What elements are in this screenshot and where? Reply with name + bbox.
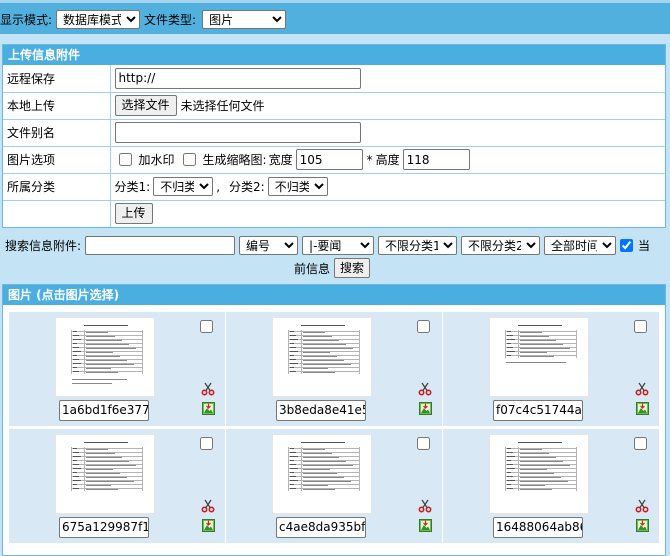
search-label: 搜索信息附件: [5, 239, 82, 253]
thumbnail-label: 生成缩略图: [202, 153, 267, 167]
times-sign: * [366, 152, 373, 167]
image-tile[interactable]: f07c4c51744a7f [443, 312, 659, 426]
image-filename[interactable]: c4ae8da935bf8 [276, 517, 366, 538]
search-row-wrap: 前信息 搜索 [294, 258, 371, 278]
upload-panel: 上传信息附件 远程保存 本地上传 选择文件 未选择任何文件 文件别名 图片选项 [2, 44, 666, 228]
image-tile[interactable]: c4ae8da935bf8 [226, 429, 442, 543]
document-thumbnail[interactable] [489, 434, 589, 514]
document-thumbnail[interactable] [55, 434, 155, 514]
insert-image-icon[interactable] [202, 519, 215, 532]
current-info-label-part1: 当 [638, 239, 651, 253]
document-thumbnail[interactable] [272, 434, 372, 514]
search-category2-select[interactable]: 不限分类2 [461, 236, 541, 255]
file-alias-input[interactable] [114, 122, 361, 143]
search-input[interactable] [85, 236, 236, 255]
image-filename[interactable]: 1a6bd1f6e3776 [59, 400, 149, 421]
document-thumbnail[interactable] [272, 317, 372, 397]
search-bar: 搜索信息附件: 编号 |-要闻 不限分类1 不限分类2 全部时间 当 前信息 搜… [0, 234, 670, 280]
upload-form-table: 远程保存 本地上传 选择文件 未选择任何文件 文件别名 图片选项 [3, 65, 665, 227]
image-select-checkbox[interactable] [200, 320, 213, 333]
category-label: 所属分类 [3, 173, 111, 201]
file-type-select[interactable]: 图片 [202, 10, 287, 29]
time-range-select[interactable]: 全部时间 [544, 236, 617, 255]
local-upload-label: 本地上传 [3, 92, 111, 120]
height-input[interactable] [402, 149, 470, 170]
scissors-icon[interactable] [418, 382, 432, 396]
category2-select[interactable]: 不归类 [267, 177, 328, 196]
category-row: 所属分类 分类1: 不归类 , 分类2: 不归类 [3, 173, 665, 201]
local-upload-row: 本地上传 选择文件 未选择任何文件 [3, 92, 665, 120]
file-alias-row: 文件别名 [3, 119, 665, 147]
top-border-line [0, 0, 670, 3]
search-field-select[interactable]: 编号 [239, 236, 299, 255]
no-file-text: 未选择任何文件 [180, 99, 265, 113]
upload-button-row: 上传 [3, 200, 665, 227]
choose-file-button[interactable]: 选择文件 [114, 95, 177, 116]
category1-select[interactable]: 不归类 [153, 177, 214, 196]
image-options-row: 图片选项 加水印 生成缩略图: 宽度 * 高度 [3, 146, 665, 174]
search-button[interactable]: 搜索 [334, 258, 371, 278]
image-filename[interactable]: 16488064ab867 [493, 517, 583, 538]
insert-image-icon[interactable] [419, 402, 432, 415]
category2-label: 分类2: [229, 180, 265, 194]
image-filename[interactable]: 3b8eda8e41e5a [276, 400, 366, 421]
upload-panel-title: 上传信息附件 [3, 45, 665, 65]
insert-image-icon[interactable] [202, 402, 215, 415]
news-category-select[interactable]: |-要闻 [302, 236, 375, 255]
display-mode-row: 显示模式: 数据库模式 文件类型: 图片 [0, 10, 287, 29]
scissors-icon[interactable] [635, 499, 649, 513]
image-select-checkbox[interactable] [200, 437, 213, 450]
comma-separator: , [216, 179, 221, 194]
image-select-checkbox[interactable] [417, 320, 430, 333]
category1-label: 分类1: [114, 180, 151, 194]
image-select-checkbox[interactable] [417, 437, 430, 450]
width-input[interactable] [295, 149, 363, 170]
height-label: 高度 [375, 153, 400, 167]
search-row-main: 搜索信息附件: 编号 |-要闻 不限分类1 不限分类2 全部时间 当 [5, 236, 650, 255]
watermark-checkbox[interactable] [118, 153, 132, 166]
gallery-title: 图片 (点击图片选择) [3, 285, 665, 305]
insert-image-icon[interactable] [636, 519, 649, 532]
image-filename[interactable]: f07c4c51744a7f [493, 400, 583, 421]
document-thumbnail[interactable] [55, 317, 155, 397]
image-tile[interactable]: 16488064ab867 [443, 429, 659, 543]
scissors-icon[interactable] [201, 499, 215, 513]
width-label: 宽度 [268, 153, 293, 167]
search-category1-select[interactable]: 不限分类1 [378, 236, 458, 255]
remote-save-label: 远程保存 [3, 65, 111, 93]
image-options-label: 图片选项 [3, 146, 111, 174]
current-info-label-part2: 前信息 [294, 261, 331, 276]
file-alias-label: 文件别名 [3, 119, 111, 147]
scissors-icon[interactable] [635, 382, 649, 396]
image-grid: 1a6bd1f6e3776 3b8eda8e41e5a [9, 312, 661, 543]
display-mode-label: 显示模式: [0, 13, 53, 27]
remote-save-row: 远程保存 [3, 65, 665, 93]
document-thumbnail[interactable] [489, 317, 589, 397]
insert-image-icon[interactable] [636, 402, 649, 415]
image-select-checkbox[interactable] [634, 320, 647, 333]
file-type-label: 文件类型: [144, 13, 197, 27]
image-tile[interactable]: 675a129987f1e [9, 429, 225, 543]
image-filename[interactable]: 675a129987f1e [59, 517, 149, 538]
watermark-label: 加水印 [138, 153, 175, 167]
upload-button[interactable]: 上传 [114, 203, 153, 225]
top-toolbar: 显示模式: 数据库模式 文件类型: 图片 [0, 0, 670, 34]
image-gallery-panel: 图片 (点击图片选择) 1a6bd1f6e3776 3b8eda8e41e f0… [2, 284, 666, 556]
image-select-checkbox[interactable] [634, 437, 647, 450]
image-tile[interactable]: 3b8eda8e41e5a [226, 312, 442, 426]
image-tile[interactable]: 1a6bd1f6e3776 [9, 312, 225, 426]
current-info-checkbox[interactable] [620, 239, 634, 252]
thumbnail-checkbox[interactable] [182, 153, 196, 166]
scissors-icon[interactable] [418, 499, 432, 513]
insert-image-icon[interactable] [419, 519, 432, 532]
scissors-icon[interactable] [201, 382, 215, 396]
display-mode-select[interactable]: 数据库模式 [56, 10, 141, 29]
remote-url-input[interactable] [114, 67, 361, 89]
